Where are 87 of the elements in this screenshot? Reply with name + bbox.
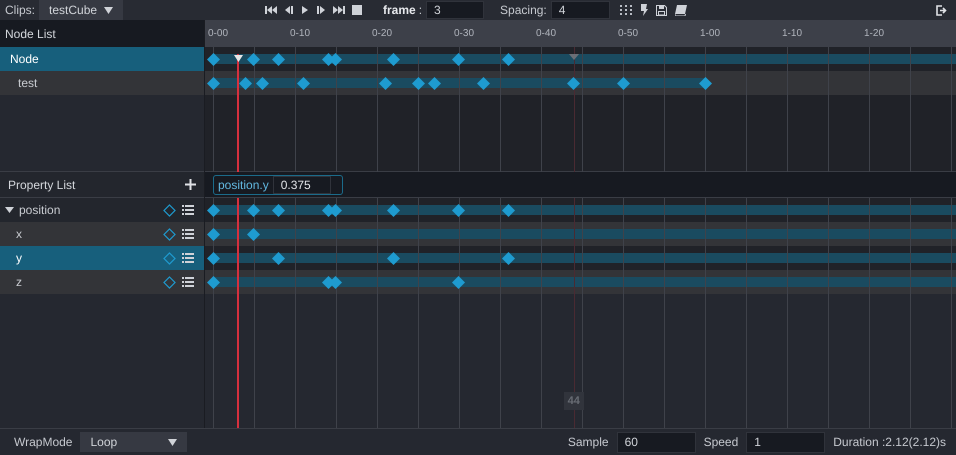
caret-icon: [168, 438, 178, 446]
ruler-label: 1-20: [864, 28, 884, 39]
ruler-label: 0-40: [536, 28, 556, 39]
keyframe-marker[interactable]: [387, 52, 400, 66]
save-icon[interactable]: [656, 4, 667, 16]
wrap-mode-label: WrapMode: [14, 435, 72, 449]
keyframe-marker[interactable]: [206, 276, 220, 288]
skip-start-icon[interactable]: [265, 5, 278, 15]
keyframe-marker[interactable]: [247, 204, 260, 216]
clip-dropdown[interactable]: testCube: [39, 0, 124, 20]
exit-icon[interactable]: [936, 4, 948, 16]
add-icon[interactable]: [185, 179, 196, 190]
keyframe-marker[interactable]: [387, 252, 400, 264]
menu-icon[interactable]: [182, 205, 194, 215]
keyframe-marker[interactable]: [296, 76, 310, 90]
ruler-label: 1-10: [782, 28, 802, 39]
keyframe-marker[interactable]: [567, 76, 580, 90]
menu-icon[interactable]: [182, 277, 194, 287]
property-list-title: Property List: [8, 178, 76, 192]
keyframe-marker[interactable]: [502, 52, 515, 66]
ruler-label: 0-10: [290, 28, 310, 39]
keyframe-marker[interactable]: [698, 76, 712, 90]
node-list-item[interactable]: test: [0, 71, 204, 95]
ruler-label: 0-30: [454, 28, 474, 39]
caret-icon[interactable]: [5, 207, 14, 213]
menu-icon[interactable]: [182, 229, 194, 239]
value-editor[interactable]: position.y 0.375: [213, 174, 343, 194]
diamond-icon[interactable]: [163, 276, 176, 288]
keyframe-marker[interactable]: [329, 52, 342, 66]
stop-icon[interactable]: [352, 5, 362, 15]
keyframe-marker[interactable]: [502, 204, 515, 216]
keyframe-marker[interactable]: [452, 276, 466, 288]
spacing-label: Spacing:: [500, 3, 547, 17]
spacing-input[interactable]: 4: [550, 1, 610, 19]
frame-label: frame: [383, 3, 416, 17]
keyframe-marker[interactable]: [272, 204, 286, 216]
speed-input[interactable]: 1: [746, 432, 826, 452]
step-forward-icon[interactable]: [316, 5, 326, 15]
clips-label: Clips:: [5, 3, 36, 17]
menu-icon[interactable]: [182, 253, 194, 263]
sample-input[interactable]: 60: [616, 432, 696, 452]
keyframe-marker[interactable]: [502, 252, 515, 264]
diamond-icon[interactable]: [163, 228, 176, 240]
keyframe-marker[interactable]: [206, 76, 220, 90]
keyframe-marker[interactable]: [239, 76, 252, 90]
play-icon[interactable]: [301, 5, 310, 15]
node-list-item[interactable]: Node: [0, 47, 204, 71]
keyframe-marker[interactable]: [428, 76, 441, 90]
diamond-icon[interactable]: [163, 204, 176, 216]
book-icon[interactable]: [674, 4, 687, 16]
frame-input[interactable]: 3: [426, 1, 484, 19]
ruler-label: 0-20: [372, 28, 392, 39]
keyframe-marker[interactable]: [206, 52, 220, 66]
keyframe-marker[interactable]: [247, 228, 260, 240]
speed-label: Speed: [704, 435, 738, 449]
hover-marker-icon: [568, 54, 579, 60]
frame-colon: :: [418, 3, 422, 17]
step-back-icon[interactable]: [284, 5, 294, 15]
keyframe-marker[interactable]: [477, 76, 490, 90]
wrap-mode-dropdown[interactable]: Loop: [80, 432, 188, 452]
sample-label: Sample: [568, 435, 609, 449]
keyframe-marker[interactable]: [272, 252, 286, 264]
property-name[interactable]: position: [19, 203, 163, 217]
keyframe-marker[interactable]: [412, 76, 425, 90]
keyframe-marker[interactable]: [206, 204, 220, 216]
keyframe-marker[interactable]: [616, 76, 630, 90]
duration-text: Duration :2.12(2.12)s: [833, 435, 946, 449]
ruler-label: 0-00: [208, 28, 228, 39]
keyframe-marker[interactable]: [329, 276, 342, 288]
playhead-handle-icon[interactable]: [234, 55, 243, 62]
keyframe-marker[interactable]: [256, 76, 269, 90]
keyframe-marker[interactable]: [452, 52, 466, 66]
keyframe-marker[interactable]: [329, 204, 342, 216]
keyframe-marker[interactable]: [206, 252, 220, 264]
grid-dots-icon[interactable]: [620, 5, 632, 15]
ruler-label: 0-50: [618, 28, 638, 39]
node-list-header: Node List: [0, 20, 204, 47]
keyframe-marker[interactable]: [272, 52, 286, 66]
keyframe-marker[interactable]: [206, 228, 220, 240]
keyframe-marker[interactable]: [387, 204, 400, 216]
keyframe-marker[interactable]: [452, 204, 466, 216]
lightning-icon[interactable]: [640, 4, 648, 16]
keyframe-marker[interactable]: [378, 76, 392, 90]
keyframe-marker[interactable]: [247, 52, 260, 66]
skip-end-icon[interactable]: [333, 5, 346, 15]
caret-icon: [104, 6, 114, 14]
ruler-label: 1-00: [700, 28, 720, 39]
